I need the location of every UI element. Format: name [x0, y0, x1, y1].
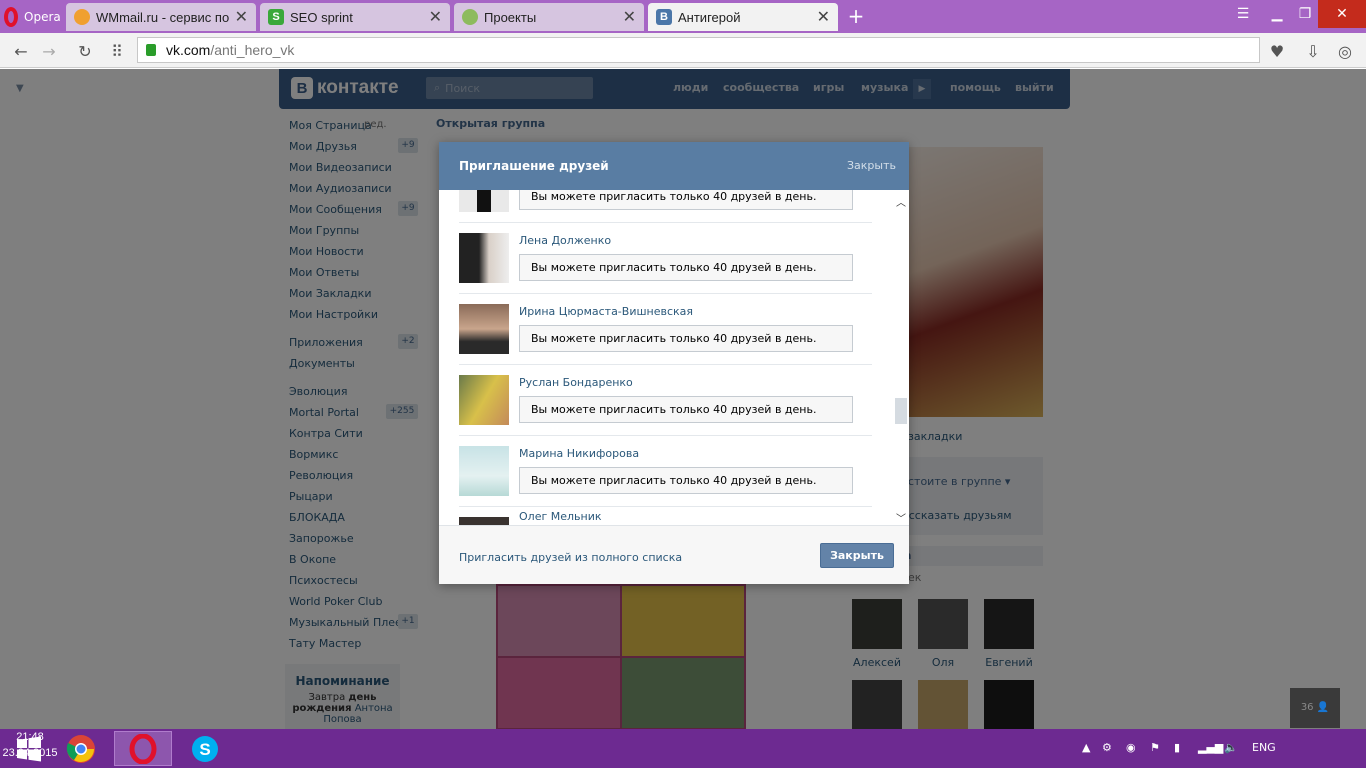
back-arrow-icon[interactable]: ← — [8, 38, 34, 64]
friend-avatar[interactable] — [459, 233, 509, 283]
invite-from-full-list-link[interactable]: Пригласить друзей из полного списка — [459, 551, 682, 564]
vk-favicon-icon: В — [656, 9, 672, 25]
seo-sprint-favicon-icon: S — [268, 9, 284, 25]
browser-tab-bar: Opera WMmail.ru - сервис почто ✕ S SEO s… — [0, 0, 1366, 33]
battery-icon[interactable]: ▮ — [1174, 741, 1180, 754]
friend-avatar[interactable] — [459, 375, 509, 425]
invite-limit-message: Вы можете пригласить только 40 друзей в … — [519, 396, 853, 423]
tab-projects[interactable]: Проекты ✕ — [454, 3, 644, 31]
user-icon: 👤 — [1316, 702, 1330, 713]
restore-icon[interactable]: ❐ — [1290, 0, 1320, 28]
friend-row: Лена Долженко Вы можете пригласить тольк… — [459, 223, 872, 294]
svg-text:S: S — [199, 740, 210, 759]
scroll-down-icon[interactable]: ﹀ — [894, 510, 908, 525]
opera-turbo-icon[interactable]: ◎ — [1332, 38, 1358, 64]
tab-seo-sprint[interactable]: S SEO sprint ✕ — [260, 3, 450, 31]
chrome-icon[interactable] — [52, 731, 110, 766]
friend-name-link[interactable]: Марина Никифорова — [519, 447, 639, 460]
friend-avatar[interactable] — [459, 304, 509, 354]
friend-row: Ирина Цюрмаста-Вишневская Вы можете приг… — [459, 294, 872, 365]
friend-row: Олег Мельник — [459, 507, 872, 525]
friend-row: Вы можете пригласить только 40 друзей в … — [459, 190, 872, 223]
close-tab-icon[interactable]: ✕ — [623, 7, 636, 27]
heart-icon[interactable]: ♥ — [1264, 38, 1290, 64]
forward-arrow-icon[interactable]: → — [36, 38, 62, 64]
invite-limit-message: Вы можете пригласить только 40 друзей в … — [519, 467, 853, 494]
windows-start-icon[interactable] — [0, 731, 58, 766]
dialog-header: Приглашение друзей Закрыть — [439, 142, 909, 190]
tab-label: SEO sprint — [290, 9, 353, 25]
scrollbar-thumb[interactable] — [895, 398, 907, 424]
friend-name-link[interactable]: Руслан Бондаренко — [519, 376, 633, 389]
friend-name-link[interactable]: Ирина Цюрмаста-Вишневская — [519, 305, 693, 318]
scroll-up-icon[interactable]: ︿ — [894, 194, 908, 209]
opera-menu-button[interactable]: Opera — [0, 0, 62, 33]
friend-avatar[interactable] — [459, 190, 509, 212]
tab-wmmail[interactable]: WMmail.ru - сервис почто ✕ — [66, 3, 256, 31]
online-counter[interactable]: 36 👤 — [1290, 688, 1340, 728]
volume-icon[interactable]: 🔈 — [1224, 741, 1238, 754]
network-signal-icon[interactable]: ▂▄▆ — [1198, 741, 1223, 754]
friend-row: Руслан Бондаренко Вы можете пригласить т… — [459, 365, 872, 436]
steam-icon[interactable]: ⚙ — [1102, 741, 1112, 754]
input-language[interactable]: ENG — [1252, 741, 1276, 754]
tab-label: Проекты — [484, 9, 537, 25]
opera-logo-icon — [4, 6, 18, 27]
close-window-icon[interactable]: ✕ — [1318, 0, 1366, 28]
action-center-flag-icon[interactable]: ⚑ — [1150, 741, 1160, 754]
invite-friend-list: Вы можете пригласить только 40 друзей в … — [459, 190, 872, 525]
tray-app-icon[interactable]: ◉ — [1126, 741, 1136, 754]
list-scrollbar[interactable] — [894, 190, 908, 525]
invite-limit-message: Вы можете пригласить только 40 друзей в … — [519, 254, 853, 281]
opera-menu-label: Opera — [24, 9, 61, 24]
url-path: /anti_hero_vk — [210, 42, 295, 58]
friend-name-link[interactable]: Олег Мельник — [519, 510, 602, 523]
friend-row: Марина Никифорова Вы можете пригласить т… — [459, 436, 872, 507]
close-tab-icon[interactable]: ✕ — [235, 7, 248, 27]
close-tab-icon[interactable]: ✕ — [429, 7, 442, 27]
tab-menu-icon[interactable]: ☰ — [1228, 0, 1258, 28]
dialog-title: Приглашение друзей — [459, 159, 609, 173]
url-domain: vk.com — [166, 42, 211, 58]
opera-taskbar-icon[interactable] — [114, 731, 172, 766]
friend-avatar[interactable] — [459, 517, 509, 525]
skype-icon[interactable]: S — [176, 731, 234, 766]
tab-label: WMmail.ru - сервис почто — [96, 9, 229, 25]
browser-nav-bar: ← → ↻ ⠿ vk.com/anti_hero_vk ♥ ⇩ ◎ — [0, 33, 1366, 68]
minimize-icon[interactable]: ▁ — [1262, 0, 1292, 28]
invite-limit-message: Вы можете пригласить только 40 друзей в … — [519, 325, 853, 352]
reload-icon[interactable]: ↻ — [72, 38, 98, 64]
speed-dial-grid-icon[interactable]: ⠿ — [104, 38, 130, 64]
avatar-figure — [477, 190, 491, 212]
secure-lock-icon — [146, 44, 156, 56]
download-icon[interactable]: ⇩ — [1300, 38, 1326, 64]
tab-antigeroi[interactable]: В Антигерой ✕ — [648, 3, 838, 31]
dialog-close-link[interactable]: Закрыть — [847, 159, 896, 172]
invite-friends-dialog: Приглашение друзей Закрыть Вы можете при… — [439, 142, 909, 584]
dialog-footer: Пригласить друзей из полного списка Закр… — [439, 525, 909, 584]
wmmail-favicon-icon — [74, 9, 90, 25]
tray-expand-icon[interactable]: ▲ — [1082, 741, 1090, 754]
new-tab-button[interactable]: + — [846, 4, 866, 28]
address-bar-input[interactable]: vk.com/anti_hero_vk — [137, 37, 1260, 63]
tab-label: Антигерой — [678, 9, 741, 25]
invite-limit-message: Вы можете пригласить только 40 друзей в … — [519, 190, 853, 210]
projects-favicon-icon — [462, 9, 478, 25]
close-tab-icon[interactable]: ✕ — [817, 7, 830, 27]
windows-taskbar: S ▲ ⚙ ◉ ⚑ ▮ ▂▄▆ 🔈 ENG 21:48 23.04.2015 — [0, 729, 1366, 768]
friend-avatar[interactable] — [459, 446, 509, 496]
friend-name-link[interactable]: Лена Долженко — [519, 234, 611, 247]
dialog-close-button[interactable]: Закрыть — [820, 543, 894, 568]
online-count: 36 — [1300, 702, 1314, 713]
